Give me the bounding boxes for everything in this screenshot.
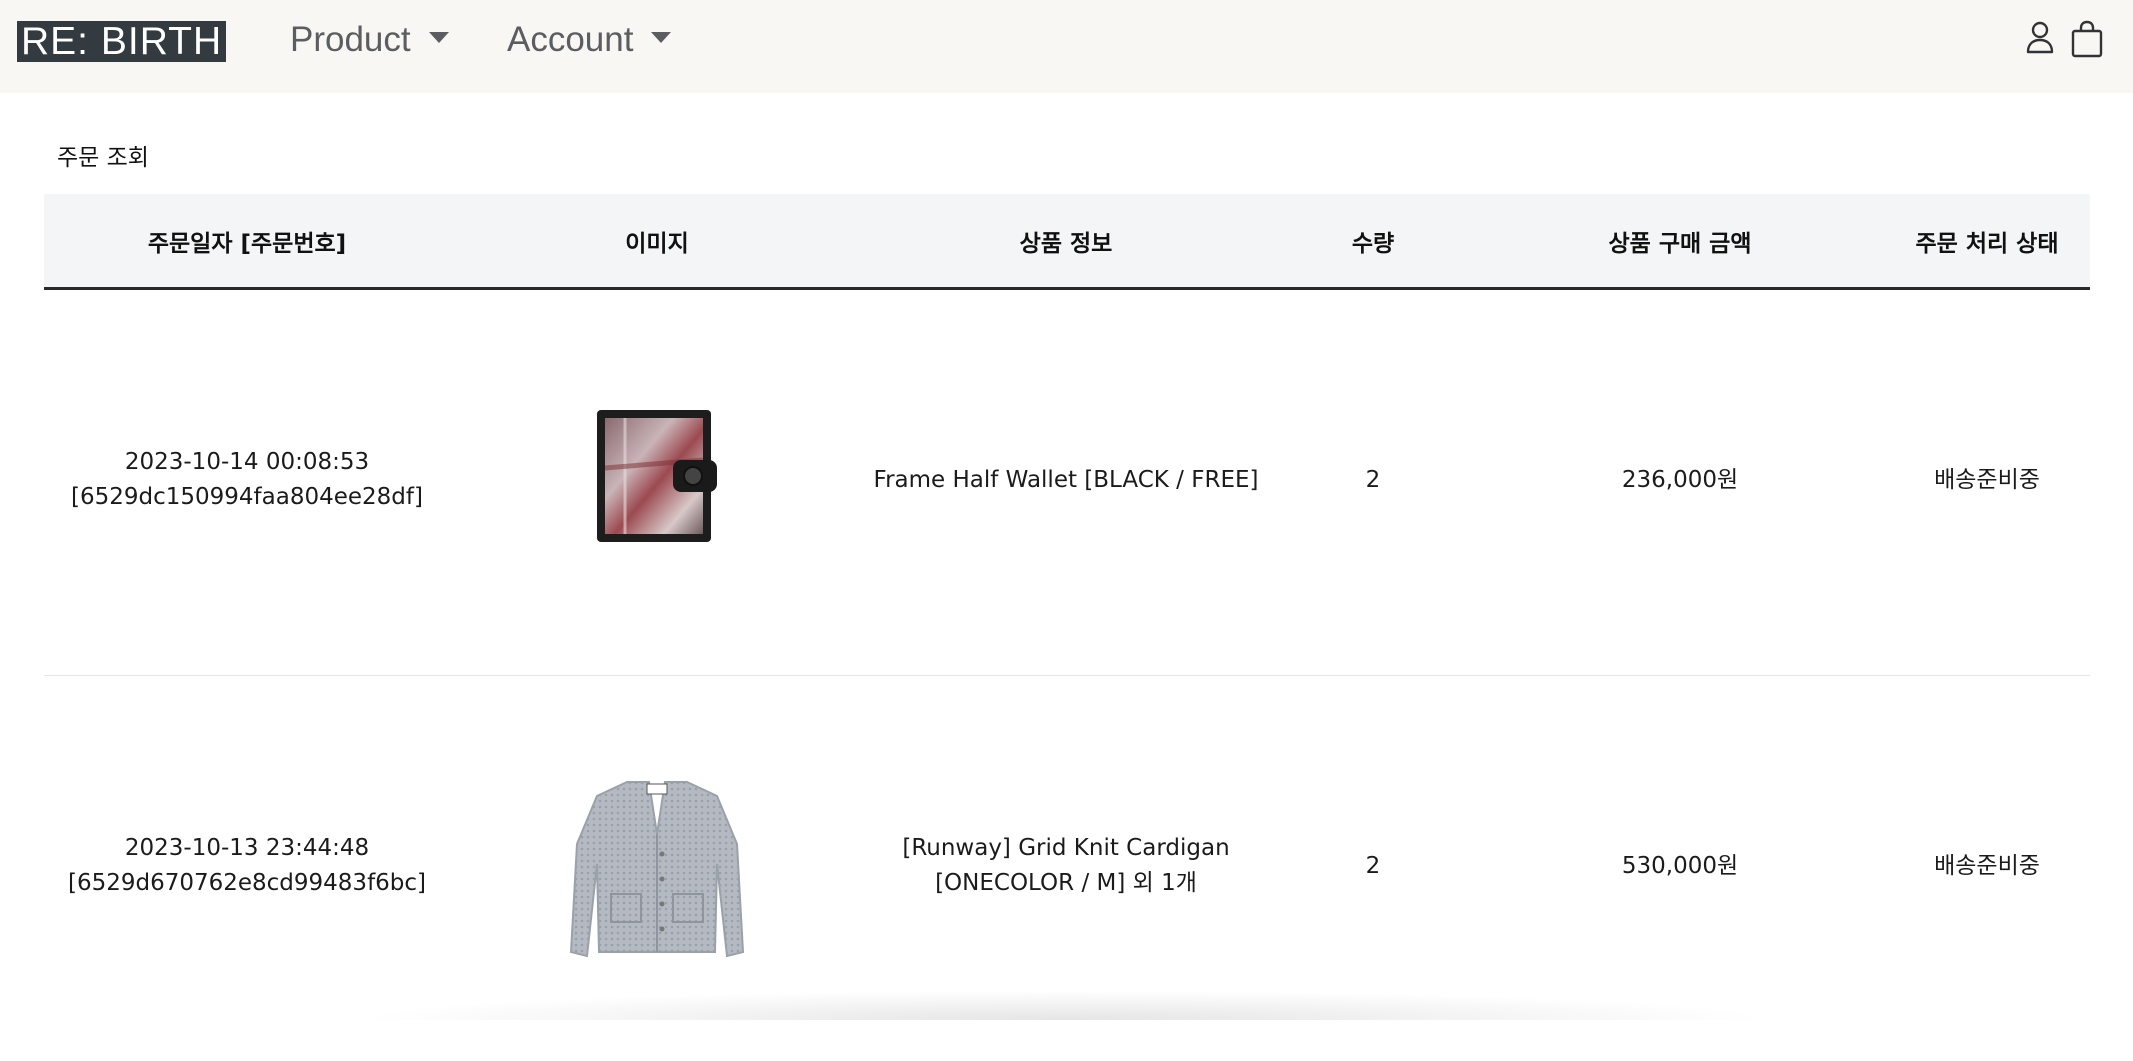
product-thumbnail-wallet[interactable] [595, 408, 719, 549]
nav-account-label: Account [507, 20, 634, 59]
top-navbar: RE: BIRTH Product Account [0, 0, 2133, 93]
column-header-price: 상품 구매 금액 [1608, 231, 1752, 257]
orders-table: 주문일자 [주문번호] 이미지 상품 정보 수량 상품 구매 금액 주문 처리 … [44, 194, 2090, 1061]
product-info-cell: [Runway] Grid Knit Cardigan [ONECOLOR / … [902, 831, 1229, 901]
product-name-link[interactable]: Frame Half Wallet [BLACK / FREE] [874, 463, 1259, 498]
order-date: 2023-10-14 00:08:53 [124, 449, 370, 475]
order-status-cell: 배송준비중 [1934, 853, 2040, 879]
order-date-cell: 2023-10-13 23:44:48 [6529d670762e8cd9948… [68, 831, 426, 901]
order-date: 2023-10-13 23:44:48 [124, 835, 370, 861]
column-header-quantity: 수량 [1351, 231, 1395, 257]
column-header-image: 이미지 [625, 231, 689, 257]
bottom-shadow-divider [350, 990, 1780, 1020]
quantity-cell: 2 [1365, 467, 1381, 493]
price-cell: 236,000원 [1621, 467, 1739, 493]
product-info-cell: Frame Half Wallet [BLACK / FREE] [874, 463, 1259, 498]
price-cell: 530,000원 [1621, 853, 1739, 879]
user-icon[interactable] [2025, 20, 2055, 59]
caret-down-icon [651, 32, 672, 44]
product-option-text: [ONECOLOR / M] 외 1개 [935, 870, 1197, 896]
caret-down-icon [428, 32, 449, 44]
shopping-bag-icon[interactable] [2070, 20, 2104, 63]
order-number[interactable]: [6529d670762e8cd99483f6bc] [68, 866, 426, 901]
nav-account-dropdown[interactable]: Account [507, 18, 672, 62]
nav-product-label: Product [290, 20, 411, 59]
column-header-status: 주문 처리 상태 [1915, 231, 2059, 257]
table-row: 2023-10-14 00:08:53 [6529dc150994faa804e… [44, 290, 2090, 676]
page-title: 주문 조회 [57, 145, 149, 171]
table-header: 주문일자 [주문번호] 이미지 상품 정보 수량 상품 구매 금액 주문 처리 … [44, 194, 2090, 290]
column-header-product-info: 상품 정보 [1019, 231, 1113, 257]
order-date-cell: 2023-10-14 00:08:53 [6529dc150994faa804e… [71, 445, 423, 515]
nav-product-dropdown[interactable]: Product [290, 18, 449, 62]
column-header-order-date: 주문일자 [주문번호] [147, 231, 347, 257]
order-status-cell: 배송준비중 [1934, 467, 2040, 493]
product-thumbnail-cardigan[interactable] [567, 774, 747, 969]
brand-logo[interactable]: RE: BIRTH [17, 21, 227, 62]
order-number[interactable]: [6529dc150994faa804ee28df] [71, 480, 423, 515]
product-name-link[interactable]: [Runway] Grid Knit Cardigan [902, 831, 1229, 866]
quantity-cell: 2 [1365, 853, 1381, 879]
